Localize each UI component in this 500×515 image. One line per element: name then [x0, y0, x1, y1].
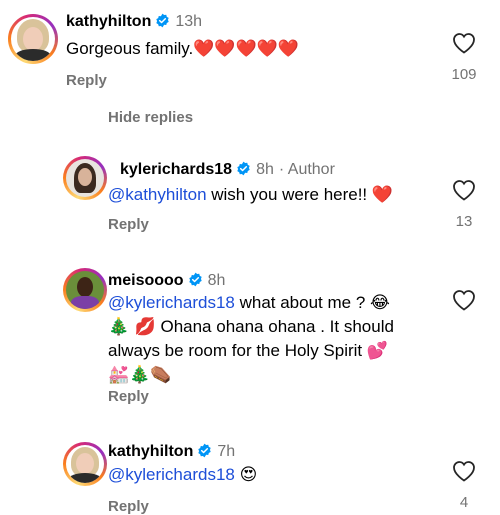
reply-button[interactable]: Reply: [108, 216, 149, 233]
comment-header: meisoooo 8h: [108, 272, 225, 290]
wedding-tree-coffin-emoji-icon: 💒🎄⚰️: [108, 365, 172, 385]
reply-button[interactable]: Reply: [108, 498, 149, 515]
comment-text: @kylerichards18 what about me ? 😂 🎄 💋 Oh…: [108, 291, 438, 387]
hide-replies-button[interactable]: Hide replies: [108, 109, 193, 126]
verified-badge-icon: [188, 272, 203, 287]
comment-line: always be room for the Holy Spirit 💕: [108, 339, 438, 363]
avatar[interactable]: [63, 442, 107, 486]
comment-kylerichards18: kylerichards18 8h · Author @kathyhilton wi…: [0, 150, 500, 240]
heart-emoji-icon: ❤️: [371, 185, 394, 205]
verified-badge-icon: [155, 13, 170, 28]
verified-badge-icon: [236, 161, 251, 176]
username[interactable]: kylerichards18: [120, 161, 232, 178]
username[interactable]: kathyhilton: [108, 443, 193, 460]
timestamp: 8h: [256, 161, 274, 178]
verified-badge-icon: [197, 443, 212, 458]
comment-text-content: Gorgeous family.: [66, 39, 194, 58]
reply-button[interactable]: Reply: [108, 388, 149, 405]
like-count: 4: [459, 494, 469, 511]
comment-text-content: Ohana ohana ohana . It should: [155, 317, 394, 336]
comment-header: kylerichards18 8h · Author: [120, 161, 335, 179]
comment-text: @kylerichards18 😍: [108, 463, 257, 487]
two-hearts-emoji-icon: 💕: [366, 341, 389, 361]
author-tag: · Author: [278, 161, 335, 178]
timestamp: 7h: [217, 443, 236, 460]
tree-kiss-emoji-icon: 🎄 💋: [108, 317, 156, 337]
mention-link[interactable]: @kylerichards18: [108, 293, 235, 312]
like-count: 13: [455, 213, 473, 230]
reply-button[interactable]: Reply: [66, 72, 107, 89]
laughing-emoji-icon: 😂: [370, 293, 390, 313]
comment-header: kathyhilton 7h: [108, 443, 235, 461]
like-count: 109: [451, 66, 477, 83]
heart-eyes-emoji-icon: 😍: [239, 465, 258, 485]
heart-outline-icon[interactable]: [452, 179, 476, 201]
comment-text: Gorgeous family.❤️❤️❤️❤️❤️: [66, 37, 299, 61]
timestamp: 13h: [175, 13, 203, 30]
timestamp: 8h: [207, 272, 226, 289]
avatar[interactable]: [63, 268, 107, 312]
heart-outline-icon[interactable]: [452, 289, 476, 311]
comment-text-content: wish you were here!!: [206, 185, 368, 204]
comment-line: @kylerichards18 what about me ? 😂: [108, 291, 438, 315]
avatar[interactable]: [63, 156, 107, 200]
heart-outline-icon[interactable]: [452, 32, 476, 54]
username[interactable]: meisoooo: [108, 272, 184, 289]
username[interactable]: kathyhilton: [66, 13, 151, 30]
heart-outline-icon[interactable]: [452, 460, 476, 482]
comment-header: kathyhilton 13h: [66, 13, 202, 31]
comment-line: 💒🎄⚰️: [108, 363, 438, 387]
comment-text-content: what about me ?: [234, 293, 366, 312]
comment-text-content: always be room for the Holy Spirit: [108, 341, 363, 360]
heart-emoji-icon: ❤️❤️❤️❤️❤️: [193, 39, 300, 59]
comment-meisoooo: meisoooo 8h @kylerichards18 what about me…: [0, 262, 500, 412]
comment-kathyhilton-2: kathyhilton 7h @kylerichards18 😍 Reply 4: [0, 436, 500, 515]
mention-link[interactable]: @kylerichards18: [108, 465, 235, 484]
comment-line: 🎄 💋 Ohana ohana ohana . It should: [108, 315, 438, 339]
avatar[interactable]: [8, 14, 58, 64]
mention-link[interactable]: @kathyhilton: [108, 185, 207, 204]
comment-text: @kathyhilton wish you were here!! ❤️: [108, 183, 393, 207]
comment-kathyhilton-1: kathyhilton 13h Gorgeous family.❤️❤️❤️❤️❤…: [0, 0, 500, 100]
